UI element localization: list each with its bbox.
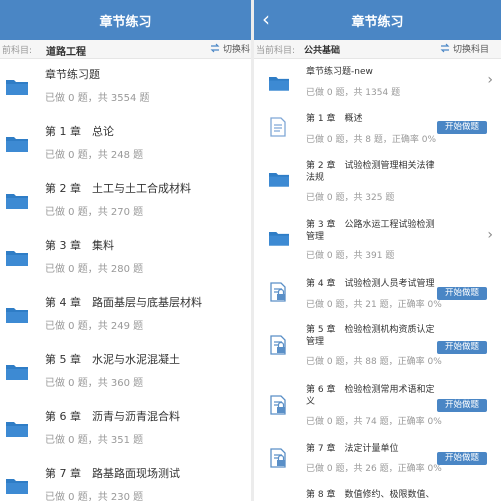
switch-label: 切换科: [223, 45, 251, 55]
folder-icon: [6, 308, 28, 323]
header-bar: 章节练习: [0, 0, 251, 40]
subject-bar: 当前科目: 公共基础 切换科目: [254, 40, 501, 59]
folder-icon: [269, 232, 289, 246]
folder-icon: [6, 137, 28, 152]
chapter-title: 第 3 章 集料: [45, 239, 114, 252]
start-practice-button[interactable]: 开始做题: [437, 287, 487, 300]
switch-label: 切换科目: [453, 45, 490, 55]
subject-label: 前科目:: [2, 46, 33, 56]
subject-label: 当前科目:: [256, 46, 296, 56]
page-title: 章节练习: [351, 15, 404, 30]
folder-icon: [269, 173, 289, 187]
start-practice-button[interactable]: 开始做题: [437, 399, 487, 412]
chapter-row[interactable]: 第 7 章 法定计量单位 已做 0 题，共 26 题，正确率 0% 开始做题: [254, 438, 501, 482]
chapter-stats: 已做 0 题，共 270 题: [45, 207, 144, 218]
chapter-row[interactable]: 第 6 章 沥青与沥青混合料 已做 0 题，共 351 题: [0, 402, 251, 459]
chapter-row[interactable]: 第 4 章 试验检测人员考试管理 已做 0 题，共 21 题，正确率 0% 开始…: [254, 270, 501, 314]
chapter-row[interactable]: 第 7 章 路基路面现场测试 已做 0 题，共 230 题: [0, 459, 251, 501]
chapter-row[interactable]: 第 1 章 总论 已做 0 题，共 248 题: [0, 117, 251, 174]
switch-icon: [440, 43, 450, 53]
chapter-stats: 已做 0 题，共 88 题，正确率 0%: [306, 357, 442, 367]
chapter-stats: 已做 0 题，共 230 题: [45, 492, 144, 501]
chapter-title: 第 8 章 数值修约、极限数值、: [306, 490, 435, 500]
left-screen: 章节练习 前科目: 道路工程 切换科 章节练习题 已做 0 题，共 3554 题…: [0, 0, 251, 501]
start-practice-button[interactable]: 开始做题: [437, 452, 487, 465]
chapter-title: 第 2 章 土工与土工合成材料: [45, 182, 191, 195]
chapter-stats: 已做 0 题，共 3554 题: [45, 93, 150, 104]
folder-icon: [6, 422, 28, 437]
chapter-row[interactable]: 第 3 章 公路水运工程试验检测管理 已做 0 题，共 391 题 ›: [254, 210, 501, 266]
chapter-row[interactable]: 第 8 章 数值修约、极限数值、: [254, 486, 501, 501]
chapter-row[interactable]: 第 3 章 集料 已做 0 题，共 280 题: [0, 231, 251, 288]
chapter-stats: 已做 0 题，共 248 题: [45, 150, 144, 161]
chapter-title: 第 2 章 试验检测管理相关法律法规: [306, 161, 435, 183]
chapter-title: 第 4 章 路面基层与底基层材料: [45, 296, 202, 309]
chapter-title: 第 6 章 检验检测常用术语和定义: [306, 385, 435, 407]
chapter-stats: 已做 0 题，共 351 题: [45, 435, 144, 446]
start-practice-button[interactable]: 开始做题: [437, 341, 487, 354]
chapter-row[interactable]: 第 6 章 检验检测常用术语和定义 已做 0 题，共 74 题，正确率 0% 开…: [254, 378, 501, 432]
chapter-title: 章节练习题: [45, 68, 100, 81]
folder-icon: [6, 194, 28, 209]
chapter-stats: 已做 0 题，共 325 题: [306, 193, 395, 203]
chapter-title: 第 6 章 沥青与沥青混合料: [45, 410, 180, 423]
switch-subject-button[interactable]: 切换科目: [440, 42, 489, 55]
chapter-stats: 已做 0 题，共 74 题，正确率 0%: [306, 417, 442, 427]
chapter-row[interactable]: 第 5 章 检验检测机构资质认定管理 已做 0 题，共 88 题，正确率 0% …: [254, 318, 501, 372]
folder-icon: [6, 251, 28, 266]
locked-document-icon: [270, 282, 286, 302]
start-practice-button[interactable]: 开始做题: [437, 121, 487, 134]
chevron-right-icon: ›: [487, 227, 493, 243]
subject-bar: 前科目: 道路工程 切换科: [0, 40, 251, 59]
document-icon: [270, 117, 286, 137]
page-title: 章节练习: [99, 15, 152, 30]
chapter-title: 章节练习题-new: [306, 67, 373, 77]
chapter-title: 第 5 章 水泥与水泥混凝土: [45, 353, 180, 366]
subject-value: 公共基础: [304, 46, 341, 56]
chapter-row[interactable]: 第 4 章 路面基层与底基层材料 已做 0 题，共 249 题: [0, 288, 251, 345]
chapter-stats: 已做 0 题，共 391 题: [306, 251, 395, 261]
right-screen: ‹ 章节练习 当前科目: 公共基础 切换科目 章节练习题-new 已做 0 题，…: [254, 0, 501, 501]
switch-subject-button[interactable]: 切换科: [210, 42, 250, 55]
chapter-stats: 已做 0 题，共 26 题，正确率 0%: [306, 464, 442, 474]
chapter-stats: 已做 0 题，共 249 题: [45, 321, 144, 332]
chapter-stats: 已做 0 题，共 21 题，正确率 0%: [306, 300, 442, 310]
chapter-row[interactable]: 章节练习题 已做 0 题，共 3554 题: [0, 60, 251, 117]
folder-icon: [269, 77, 289, 91]
chapter-stats: 已做 0 题，共 8 题，正确率 0%: [306, 135, 437, 145]
chapter-title: 第 5 章 检验检测机构资质认定管理: [306, 325, 435, 347]
chapter-title: 第 7 章 路基路面现场测试: [45, 467, 180, 480]
chapter-title: 第 3 章 公路水运工程试验检测管理: [306, 220, 435, 242]
chapter-title: 第 7 章 法定计量单位: [306, 444, 399, 454]
locked-document-icon: [270, 448, 286, 468]
chapter-row[interactable]: 第 1 章 概述 已做 0 题，共 8 题，正确率 0% 开始做题: [254, 108, 501, 152]
folder-icon: [6, 479, 28, 494]
header-bar: ‹ 章节练习: [254, 0, 501, 40]
chapter-title: 第 4 章 试验检测人员考试管理: [306, 279, 435, 289]
chapter-row[interactable]: 第 2 章 试验检测管理相关法律法规 已做 0 题，共 325 题: [254, 152, 501, 208]
locked-document-icon: [270, 395, 286, 415]
subject-value: 道路工程: [46, 47, 86, 58]
chapter-title: 第 1 章 概述: [306, 114, 363, 124]
chapter-stats: 已做 0 题，共 1354 题: [306, 88, 401, 98]
chapter-row[interactable]: 第 2 章 土工与土工合成材料 已做 0 题，共 270 题: [0, 174, 251, 231]
chapter-row[interactable]: 第 5 章 水泥与水泥混凝土 已做 0 题，共 360 题: [0, 345, 251, 402]
chapter-title: 第 1 章 总论: [45, 125, 114, 138]
chapter-stats: 已做 0 题，共 280 题: [45, 264, 144, 275]
switch-icon: [210, 43, 220, 53]
locked-document-icon: [270, 335, 286, 355]
chevron-right-icon: ›: [487, 72, 493, 88]
chapter-stats: 已做 0 题，共 360 题: [45, 378, 144, 389]
folder-icon: [6, 80, 28, 95]
folder-icon: [6, 365, 28, 380]
chapter-row[interactable]: 章节练习题-new 已做 0 题，共 1354 题 ›: [254, 62, 501, 106]
